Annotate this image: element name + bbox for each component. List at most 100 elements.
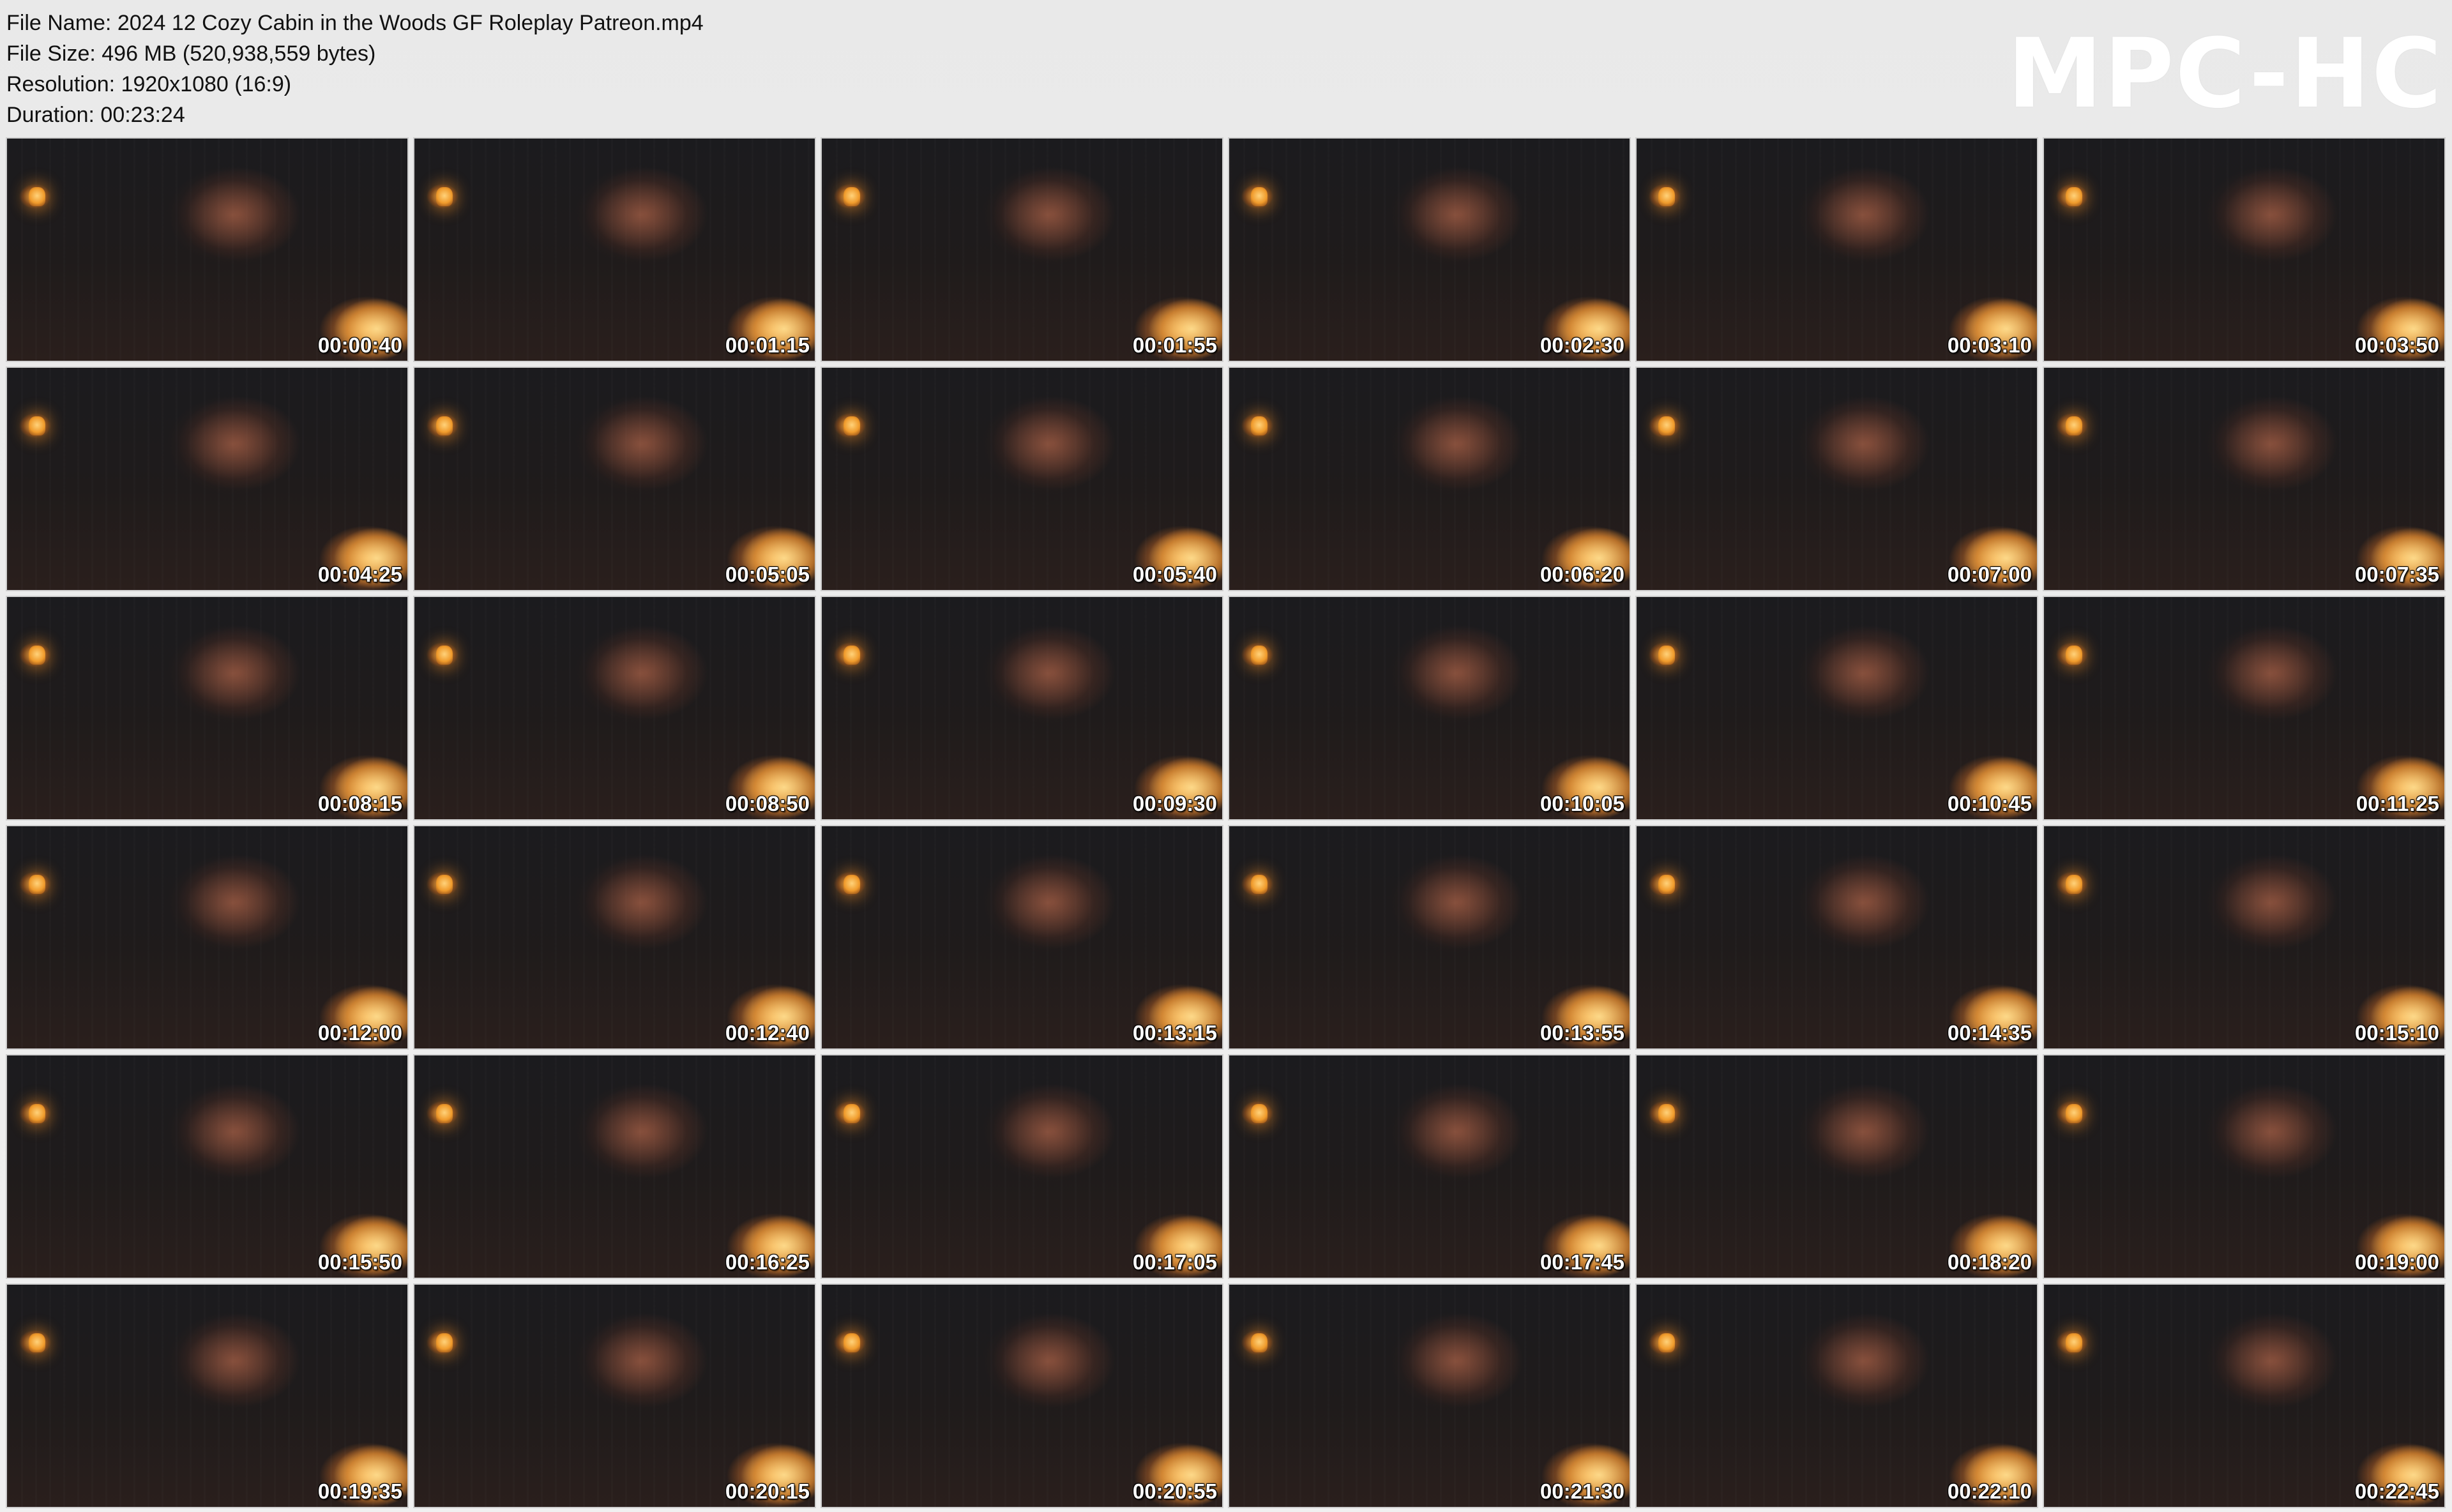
person-silhouette [942,1302,1135,1499]
video-thumbnail: 00:00:40 [6,137,409,362]
person-silhouette [942,843,1135,1040]
lamp-glow [1251,416,1268,435]
thumbnail-timestamp: 00:13:15 [1132,1021,1217,1045]
video-thumbnail: 00:11:25 [2043,596,2446,820]
person-silhouette [534,385,727,582]
person-silhouette [1349,1302,1542,1499]
lamp-glow [844,875,860,894]
file-name: File Name: 2024 12 Cozy Cabin in the Woo… [6,11,704,35]
thumbnail-timestamp: 00:03:50 [2354,333,2439,357]
person-silhouette [127,614,320,811]
video-thumbnail: 00:10:45 [1635,596,2038,820]
lamp-glow [1251,875,1268,894]
thumbnail-timestamp: 00:03:10 [1947,333,2032,357]
lamp-glow [844,1333,860,1352]
person-silhouette [2164,1073,2357,1269]
lamp-glow [844,646,860,665]
thumbnail-timestamp: 00:07:00 [1947,563,2032,586]
thumbnail-timestamp: 00:19:00 [2354,1250,2439,1274]
video-thumbnail: 00:03:10 [1635,137,2038,362]
person-silhouette [534,1302,727,1499]
person-silhouette [1349,156,1542,352]
video-thumbnail: 00:15:10 [2043,825,2446,1050]
lamp-glow [2066,646,2082,665]
video-thumbnail: 00:01:15 [413,137,816,362]
info-header: File Name: 2024 12 Cozy Cabin in the Woo… [0,0,2452,134]
thumbnail-timestamp: 00:16:25 [725,1250,810,1274]
video-thumbnail: 00:06:20 [1228,367,1631,591]
thumbnail-timestamp: 00:01:15 [725,333,810,357]
duration: Duration: 00:23:24 [6,103,185,127]
lamp-glow [29,1104,45,1123]
person-silhouette [1757,843,1949,1040]
video-thumbnail: 00:02:30 [1228,137,1631,362]
person-silhouette [1757,1302,1949,1499]
thumbnail-timestamp: 00:06:20 [1540,563,1624,586]
video-thumbnail: 00:05:05 [413,367,816,591]
person-silhouette [2164,156,2357,352]
lamp-glow [844,187,860,206]
person-silhouette [1349,843,1542,1040]
lamp-glow [29,875,45,894]
person-silhouette [534,1073,727,1269]
video-thumbnail: 00:10:05 [1228,596,1631,820]
video-thumbnail: 00:12:40 [413,825,816,1050]
lamp-glow [1658,187,1675,206]
thumbnail-timestamp: 00:17:05 [1132,1250,1217,1274]
video-thumbnail: 00:20:55 [821,1283,1223,1508]
lamp-glow [2066,1104,2082,1123]
lamp-glow [2066,187,2082,206]
thumbnail-timestamp: 00:22:45 [2354,1479,2439,1503]
lamp-glow [1251,646,1268,665]
person-silhouette [1757,614,1949,811]
person-silhouette [127,1073,320,1269]
video-thumbnail: 00:22:10 [1635,1283,2038,1508]
person-silhouette [942,156,1135,352]
thumbnail-timestamp: 00:11:25 [2356,792,2439,815]
thumbnail-timestamp: 00:12:40 [725,1021,810,1045]
video-thumbnail: 00:17:45 [1228,1054,1631,1279]
file-info: File Name: 2024 12 Cozy Cabin in the Woo… [6,8,704,130]
video-thumbnail: 00:19:35 [6,1283,409,1508]
video-thumbnail: 00:07:00 [1635,367,2038,591]
lamp-glow [1251,187,1268,206]
thumbnail-timestamp: 00:02:30 [1540,333,1624,357]
thumbnail-timestamp: 00:09:30 [1132,792,1217,815]
lamp-glow [29,187,45,206]
thumbnail-timestamp: 00:05:40 [1132,563,1217,586]
thumbnail-timestamp: 00:15:50 [317,1250,402,1274]
person-silhouette [1757,385,1949,582]
video-thumbnail: 00:01:55 [821,137,1223,362]
thumbnail-timestamp: 00:13:55 [1540,1021,1624,1045]
person-silhouette [127,843,320,1040]
person-silhouette [127,1302,320,1499]
lamp-glow [1658,1104,1675,1123]
thumbnail-timestamp: 00:17:45 [1540,1250,1624,1274]
video-thumbnail: 00:20:15 [413,1283,816,1508]
person-silhouette [1757,1073,1949,1269]
resolution: Resolution: 1920x1080 (16:9) [6,72,292,96]
lamp-glow [436,646,453,665]
lamp-glow [29,1333,45,1352]
thumbnail-timestamp: 00:20:15 [725,1479,810,1503]
thumbnail-timestamp: 00:08:50 [725,792,810,815]
video-thumbnail: 00:04:25 [6,367,409,591]
person-silhouette [534,614,727,811]
thumbnail-timestamp: 00:10:05 [1540,792,1624,815]
lamp-glow [2066,875,2082,894]
video-thumbnail: 00:13:55 [1228,825,1631,1050]
thumbnail-timestamp: 00:14:35 [1947,1021,2032,1045]
thumbnail-timestamp: 00:22:10 [1947,1479,2032,1503]
person-silhouette [1349,1073,1542,1269]
person-silhouette [534,843,727,1040]
video-thumbnail: 00:15:50 [6,1054,409,1279]
lamp-glow [1658,416,1675,435]
lamp-glow [436,875,453,894]
video-thumbnail: 00:08:15 [6,596,409,820]
mpc-hc-logo: MPC-HC [2007,19,2443,130]
thumbnail-grid: 00:00:40 00:01:15 00:01:55 00:02:30 00:03:10… [6,137,2446,1509]
lamp-glow [1658,646,1675,665]
lamp-glow [1658,1333,1675,1352]
video-thumbnail: 00:08:50 [413,596,816,820]
lamp-glow [29,416,45,435]
